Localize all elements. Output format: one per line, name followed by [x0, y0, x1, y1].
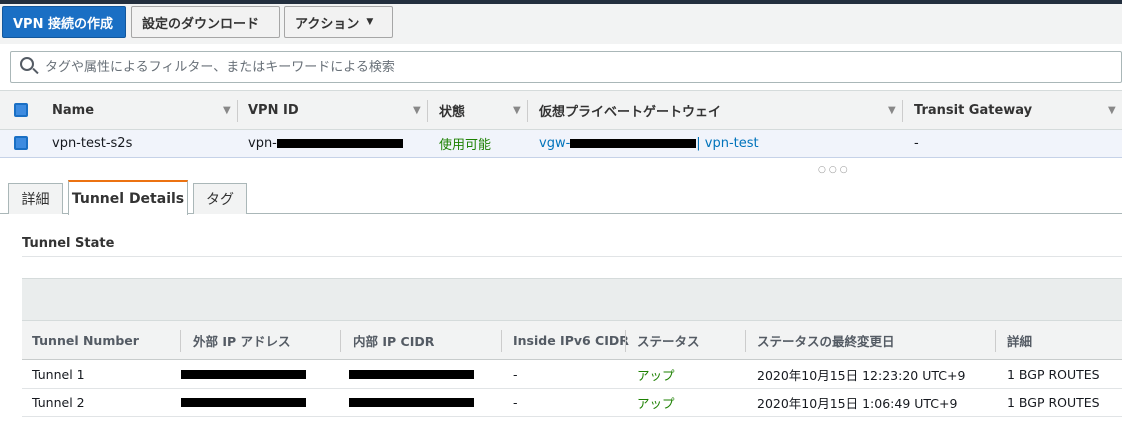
column-header-inside-ip-cidr: 内部 IP CIDR — [353, 333, 435, 349]
vpn-name: vpn-test-s2s — [52, 136, 133, 151]
column-header-transit-gateway[interactable]: Transit Gateway — [914, 91, 1032, 129]
filter-search-bar — [10, 51, 1122, 83]
table-row: Tunnel 2 - アップ 2020年10月15日 1:06:49 UTC+9… — [22, 389, 1122, 417]
redacted-block — [349, 370, 474, 379]
column-header-detail: 詳細 — [1007, 333, 1033, 349]
actions-dropdown-button[interactable]: アクション ▼ — [284, 6, 393, 38]
column-divider[interactable] — [237, 100, 238, 122]
redacted-block — [276, 139, 403, 148]
column-divider[interactable] — [527, 100, 528, 122]
inside-ipv6-cidr: - — [513, 367, 518, 382]
redacted-block — [181, 398, 306, 407]
column-divider — [625, 330, 626, 352]
sort-caret-icon[interactable]: ▼ — [888, 105, 896, 116]
virtual-private-gateway-link[interactable]: vgw- | vpn-test — [539, 130, 759, 157]
tunnel-table-header: Tunnel Number 外部 IP アドレス 内部 IP CIDR Insi… — [22, 320, 1122, 360]
sort-caret-icon[interactable]: ▼ — [513, 105, 521, 116]
vpn-id: vpn- — [248, 130, 403, 157]
redacted-block — [349, 398, 474, 407]
tunnel-detail: 1 BGP ROUTES — [1007, 395, 1100, 410]
vpn-id-prefix: vpn- — [248, 136, 277, 151]
sort-caret-icon[interactable]: ▼ — [413, 105, 421, 116]
tab-tags[interactable]: タグ — [193, 183, 247, 214]
column-divider — [995, 330, 996, 352]
create-vpn-label: VPN 接続の作成 — [13, 16, 113, 32]
inside-ip-cidr — [349, 389, 474, 416]
status-last-changed: 2020年10月15日 12:23:20 UTC+9 — [757, 368, 966, 383]
tab-tunnel-details[interactable]: Tunnel Details — [68, 180, 188, 215]
column-divider — [180, 330, 181, 352]
search-icon — [19, 56, 41, 78]
transit-gateway-value: - — [914, 136, 919, 151]
chevron-down-icon: ▼ — [366, 17, 374, 27]
column-header-outside-ip: 外部 IP アドレス — [193, 333, 291, 349]
detail-tabs: 詳細 Tunnel Details タグ — [0, 180, 1122, 215]
outside-ip — [181, 361, 306, 388]
status-last-changed: 2020年10月15日 1:06:49 UTC+9 — [757, 396, 958, 411]
redacted-block — [570, 139, 697, 148]
inside-ipv6-cidr: - — [513, 395, 518, 410]
tunnel-number: Tunnel 2 — [32, 395, 85, 410]
pane-resize-handle[interactable]: ○○○ — [818, 165, 851, 175]
column-header-status-last-changed: ステータスの最終変更日 — [757, 333, 895, 349]
vgw-name: | vpn-test — [696, 136, 759, 151]
vgw-prefix: vgw- — [539, 136, 571, 151]
actions-label: アクション — [295, 16, 360, 32]
select-all-checkbox[interactable] — [14, 103, 28, 117]
row-checkbox[interactable] — [14, 136, 28, 150]
toolbar: VPN 接続の作成 設定のダウンロード アクション ▼ — [0, 4, 1122, 44]
column-header-tunnel-number: Tunnel Number — [32, 332, 139, 348]
column-header-vpn-id[interactable]: VPN ID — [248, 91, 299, 129]
column-header-virtual-private-gateway[interactable]: 仮想プライベートゲートウェイ — [539, 91, 721, 129]
search-input[interactable] — [41, 59, 1121, 75]
tunnel-state-title: Tunnel State — [22, 236, 115, 251]
table-row: Tunnel 1 - アップ 2020年10月15日 12:23:20 UTC+… — [22, 361, 1122, 389]
column-divider[interactable] — [902, 100, 903, 122]
vpn-state: 使用可能 — [439, 138, 492, 153]
download-configuration-button[interactable]: 設定のダウンロード — [131, 6, 280, 38]
sort-caret-icon[interactable]: ▼ — [223, 105, 231, 116]
vpn-grid-header: Name ▼ VPN ID ▼ 状態 ▼ 仮想プライベートゲートウェイ ▼ Tr… — [0, 90, 1122, 130]
create-vpn-connection-button[interactable]: VPN 接続の作成 — [2, 6, 126, 38]
column-divider — [501, 330, 502, 352]
tab-details[interactable]: 詳細 — [8, 183, 63, 214]
tunnel-status: アップ — [637, 368, 675, 383]
section-divider — [22, 256, 1122, 257]
column-divider — [340, 330, 341, 352]
column-divider[interactable] — [427, 100, 428, 122]
column-divider — [745, 330, 746, 352]
vpn-table-row[interactable]: vpn-test-s2s vpn- 使用可能 vgw- | vpn-test - — [0, 130, 1122, 158]
column-header-state[interactable]: 状態 — [439, 91, 465, 129]
download-label: 設定のダウンロード — [142, 16, 260, 32]
column-header-inside-ipv6-cidr: Inside IPv6 CIDR — [513, 332, 629, 348]
redacted-block — [181, 370, 306, 379]
column-header-status: ステータス — [637, 333, 700, 349]
tunnel-number: Tunnel 1 — [32, 367, 85, 382]
table-toolbar-band — [22, 278, 1122, 320]
outside-ip — [181, 389, 306, 416]
tunnel-detail: 1 BGP ROUTES — [1007, 367, 1100, 382]
tunnel-status: アップ — [637, 396, 675, 411]
inside-ip-cidr — [349, 361, 474, 388]
sort-caret-icon[interactable]: ▼ — [1108, 105, 1116, 116]
column-header-name[interactable]: Name — [52, 91, 94, 129]
